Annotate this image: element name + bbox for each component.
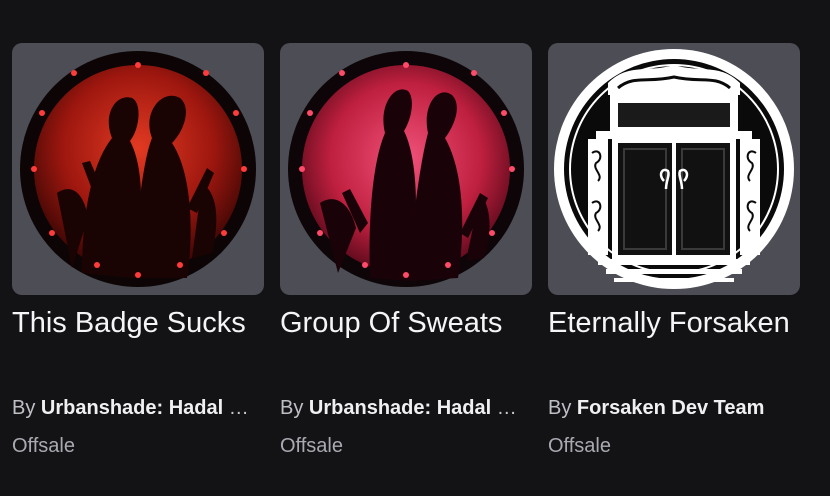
- badge-creator[interactable]: By Urbanshade: Hadal Blacksite: [280, 394, 530, 422]
- badge-creator[interactable]: By Urbanshade: Hadal Blacksite: [12, 394, 262, 422]
- badge-grid: This Badge Sucks By Urbanshade: Hadal Bl…: [12, 43, 800, 460]
- shadow-figures-red-icon: [20, 51, 256, 287]
- badge-thumbnail[interactable]: [280, 43, 532, 295]
- badge-price: Offsale: [548, 435, 611, 457]
- gothic-doors-icon: [554, 49, 794, 289]
- badge-card-this-badge-sucks[interactable]: This Badge Sucks By Urbanshade: Hadal Bl…: [12, 43, 264, 460]
- by-label: By: [12, 397, 36, 419]
- badge-thumbnail[interactable]: [548, 43, 800, 295]
- by-label: By: [548, 397, 572, 419]
- badge-price: Offsale: [12, 435, 75, 457]
- shadow-figures-pink-icon: [288, 51, 524, 287]
- badge-card-eternally-forsaken[interactable]: Eternally Forsaken By Forsaken Dev Team …: [548, 43, 800, 460]
- creator-name[interactable]: Urbanshade: Hadal Blacksite: [309, 397, 530, 419]
- badge-title[interactable]: Eternally Forsaken: [548, 301, 800, 389]
- badge-title[interactable]: Group Of Sweats: [280, 301, 532, 389]
- badge-card-group-of-sweats[interactable]: Group Of Sweats By Urbanshade: Hadal Bla…: [280, 43, 532, 460]
- badge-title[interactable]: This Badge Sucks: [12, 301, 264, 389]
- badge-thumbnail[interactable]: [12, 43, 264, 295]
- creator-name[interactable]: Forsaken Dev Team: [577, 397, 765, 419]
- by-label: By: [280, 397, 304, 419]
- badge-price: Offsale: [280, 435, 343, 457]
- badge-creator[interactable]: By Forsaken Dev Team: [548, 394, 798, 422]
- creator-name[interactable]: Urbanshade: Hadal Blacksite: [41, 397, 262, 419]
